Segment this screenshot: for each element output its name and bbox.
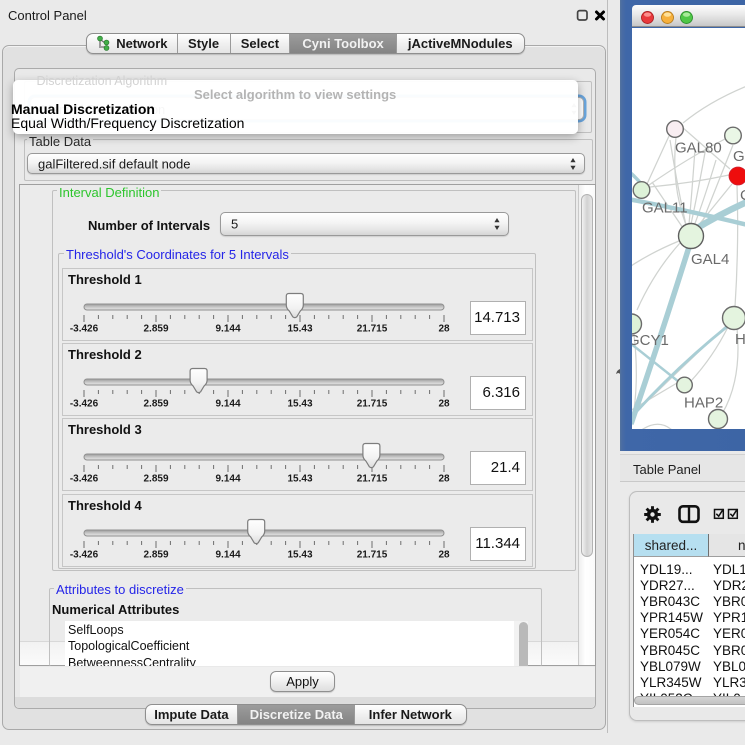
svg-text:15.43: 15.43 bbox=[287, 474, 312, 485]
svg-text:-3.426: -3.426 bbox=[70, 549, 99, 560]
svg-text:21.715: 21.715 bbox=[357, 399, 388, 410]
svg-text:GAL11: GAL11 bbox=[642, 200, 688, 217]
svg-text:21.715: 21.715 bbox=[357, 474, 388, 485]
svg-text:C: C bbox=[740, 187, 745, 204]
svg-text:15.43: 15.43 bbox=[287, 323, 312, 334]
svg-text:28: 28 bbox=[438, 549, 450, 560]
svg-text:28: 28 bbox=[438, 323, 450, 334]
svg-text:15.43: 15.43 bbox=[287, 549, 312, 560]
svg-text:28: 28 bbox=[438, 399, 450, 410]
svg-text:H: H bbox=[735, 331, 745, 348]
svg-text:2.859: 2.859 bbox=[143, 399, 168, 410]
svg-text:-3.426: -3.426 bbox=[70, 474, 99, 485]
svg-text:21.715: 21.715 bbox=[357, 549, 388, 560]
svg-text:HAP2: HAP2 bbox=[684, 395, 723, 412]
svg-text:G.: G. bbox=[733, 148, 745, 165]
svg-text:9.144: 9.144 bbox=[215, 399, 240, 410]
svg-text:2.859: 2.859 bbox=[143, 323, 168, 334]
svg-text:9.144: 9.144 bbox=[215, 549, 240, 560]
svg-text:2.859: 2.859 bbox=[143, 549, 168, 560]
svg-text:15.43: 15.43 bbox=[287, 399, 312, 410]
svg-text:GCY1: GCY1 bbox=[632, 332, 669, 349]
svg-text:21.715: 21.715 bbox=[357, 323, 388, 334]
svg-text:28: 28 bbox=[438, 474, 450, 485]
svg-text:2.859: 2.859 bbox=[143, 474, 168, 485]
svg-text:-3.426: -3.426 bbox=[70, 323, 99, 334]
svg-text:9.144: 9.144 bbox=[215, 323, 240, 334]
svg-text:GAL4: GAL4 bbox=[691, 251, 729, 268]
svg-text:GAL80: GAL80 bbox=[675, 140, 722, 157]
svg-text:-3.426: -3.426 bbox=[70, 399, 99, 410]
svg-text:9.144: 9.144 bbox=[215, 474, 240, 485]
